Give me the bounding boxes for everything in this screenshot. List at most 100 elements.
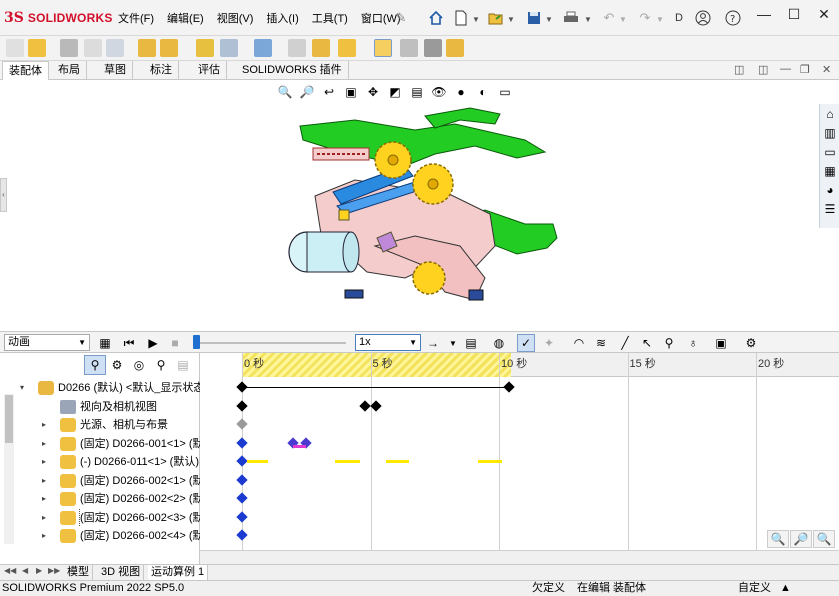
timeline-change-bar[interactable]: [478, 460, 502, 463]
tab-evaluate[interactable]: 评估: [192, 61, 227, 80]
motion-study-properties-icon[interactable]: ⚙: [742, 334, 760, 352]
file-explorer-icon[interactable]: ▭: [821, 143, 839, 161]
new-dropdown-icon[interactable]: ▼: [472, 15, 480, 24]
help-icon[interactable]: ?: [724, 9, 742, 27]
menu-file[interactable]: 文件(F): [118, 10, 154, 26]
tree-expand-icon[interactable]: ▸: [42, 509, 52, 527]
component-key[interactable]: [236, 436, 248, 449]
maximize-button[interactable]: ☐: [779, 6, 809, 23]
linear-pattern-icon[interactable]: [106, 39, 124, 57]
undo-dropdown-icon[interactable]: ▼: [619, 15, 627, 24]
open-dropdown-icon[interactable]: ▼: [507, 15, 515, 24]
first-tab-icon[interactable]: ◀◀: [4, 566, 16, 575]
playback-speed-select[interactable]: 1x ▼: [355, 334, 421, 351]
tab-addins[interactable]: SOLIDWORKS 插件: [236, 61, 349, 80]
print-dropdown-icon[interactable]: ▼: [584, 15, 592, 24]
autokey-icon[interactable]: ✓: [517, 334, 535, 352]
prev-window-icon[interactable]: ◫: [734, 63, 744, 76]
insert-components-icon[interactable]: [28, 39, 46, 57]
save-icon[interactable]: [525, 9, 543, 27]
home-icon[interactable]: [427, 9, 445, 27]
timeline-area[interactable]: 0 秒 5 秒 10 秒 15 秒 20 秒: [200, 353, 839, 550]
dynamic-annotation-icon[interactable]: ✥: [362, 83, 384, 101]
play-icon[interactable]: ▶: [144, 334, 162, 352]
damper-icon[interactable]: ╱: [616, 334, 634, 352]
filter-animated-icon[interactable]: ⚲: [84, 355, 106, 375]
play-from-start-icon[interactable]: ⏮: [120, 334, 138, 352]
apply-scene-icon[interactable]: ◐: [472, 83, 494, 101]
filter-all-icon[interactable]: ▤: [172, 355, 194, 375]
stop-icon[interactable]: ■: [166, 334, 184, 352]
menu-view[interactable]: 视图(V): [217, 10, 254, 26]
previous-view-icon[interactable]: ↩: [318, 83, 340, 101]
close-button[interactable]: ✕: [809, 6, 839, 23]
menu-edit[interactable]: 编辑(E): [167, 10, 204, 26]
large-assembly-icon[interactable]: [446, 39, 464, 57]
menu-insert[interactable]: 插入(I): [266, 10, 298, 26]
force-icon[interactable]: ↖: [638, 334, 656, 352]
component-key[interactable]: [236, 510, 248, 523]
timeline-change-bar[interactable]: [293, 444, 307, 448]
update-speedpak-icon[interactable]: [400, 39, 418, 57]
timeline-duration-line[interactable]: [242, 387, 510, 388]
tree-expand-icon[interactable]: ▸: [42, 453, 52, 471]
menu-tools[interactable]: 工具(T): [312, 10, 348, 26]
last-tab-icon[interactable]: ▶▶: [48, 566, 60, 575]
lights-key[interactable]: [236, 418, 248, 430]
custom-properties-icon[interactable]: ☰: [821, 200, 839, 218]
mate-icon[interactable]: [60, 39, 78, 57]
undo-icon[interactable]: ↶: [600, 9, 618, 27]
reference-geometry-icon[interactable]: [254, 39, 272, 57]
view-key[interactable]: [369, 399, 382, 412]
filter-selected-icon[interactable]: ◎: [128, 355, 150, 375]
tab-3d-views[interactable]: 3D 视图: [98, 565, 145, 581]
pin-icon[interactable]: ✎: [392, 9, 410, 27]
tree-row[interactable]: ▸ (固定) D0266-001<1> (默: [0, 435, 200, 453]
display-style-icon[interactable]: ▤: [406, 83, 428, 101]
component-key[interactable]: [236, 455, 248, 467]
tree-expand-icon[interactable]: ▾: [20, 379, 30, 397]
redo-icon[interactable]: ↷: [636, 9, 654, 27]
tree-row[interactable]: ▾ D0266 (默认) <默认_显示状态: [0, 379, 200, 397]
motor-icon[interactable]: ◠: [570, 334, 588, 352]
take-snapshot-icon[interactable]: [424, 39, 442, 57]
contact-icon[interactable]: ⚲: [660, 334, 678, 352]
tree-expand-icon[interactable]: ▸: [42, 416, 52, 434]
doc-restore-icon[interactable]: ❐: [800, 63, 810, 76]
redo-dropdown-icon[interactable]: ▼: [656, 15, 664, 24]
solidworks-resources-icon[interactable]: ⌂: [821, 105, 839, 123]
tree-row[interactable]: 视向及相机视图: [0, 398, 200, 416]
next-window-icon[interactable]: ◫: [758, 63, 768, 76]
tab-model[interactable]: 模型: [64, 565, 93, 581]
playback-slider-track[interactable]: [196, 342, 346, 344]
edit-component-icon[interactable]: [6, 39, 24, 57]
tree-row[interactable]: ▸ (固定) D0266-002<4> (默: [0, 527, 200, 545]
timeline-change-bar[interactable]: [385, 460, 410, 463]
instant3d-icon[interactable]: [374, 39, 392, 57]
exploded-view-icon[interactable]: [338, 39, 356, 57]
calculate-icon[interactable]: ▦: [96, 334, 114, 352]
tree-row[interactable]: ▸ (-) D0266-011<1> (默认): [0, 453, 200, 471]
filter-driving-icon[interactable]: ⚙: [106, 355, 128, 375]
view-palette-icon[interactable]: ▦: [821, 162, 839, 180]
graphics-area[interactable]: 🔍 🔎 ↩ ▣ ✥ ◩ ▤ 👁 ● ◐ ▭ ‹ ⌂ ▥ ▭ ▦ ◕ ☰: [0, 80, 839, 330]
timeline-horizontal-scrollbar[interactable]: [200, 550, 839, 564]
next-tab-icon[interactable]: ▶: [36, 566, 42, 575]
spring-icon[interactable]: ≋: [592, 334, 610, 352]
edit-appearance-icon[interactable]: ●: [450, 83, 472, 101]
view-key[interactable]: [236, 399, 248, 412]
units-dropdown-icon[interactable]: ▲: [780, 581, 791, 596]
tree-row[interactable]: ▸ 光源、相机与布景: [0, 416, 200, 434]
show-hidden-icon[interactable]: [196, 39, 214, 57]
open-folder-icon[interactable]: [487, 9, 505, 27]
hide-show-items-icon[interactable]: 👁: [428, 83, 450, 101]
tab-motion-study-1[interactable]: 运动算例 1: [148, 565, 209, 581]
results-and-plots-icon[interactable]: ▣: [712, 334, 730, 352]
root-key-start[interactable]: [236, 381, 248, 393]
minimize-button[interactable]: —: [749, 6, 779, 23]
tree-expand-icon[interactable]: ▸: [42, 472, 52, 490]
doc-minimize-icon[interactable]: —: [780, 63, 791, 75]
tab-markup[interactable]: 标注: [144, 61, 179, 80]
timeline-change-bar[interactable]: [334, 460, 361, 463]
gravity-icon[interactable]: ♁: [684, 334, 702, 352]
